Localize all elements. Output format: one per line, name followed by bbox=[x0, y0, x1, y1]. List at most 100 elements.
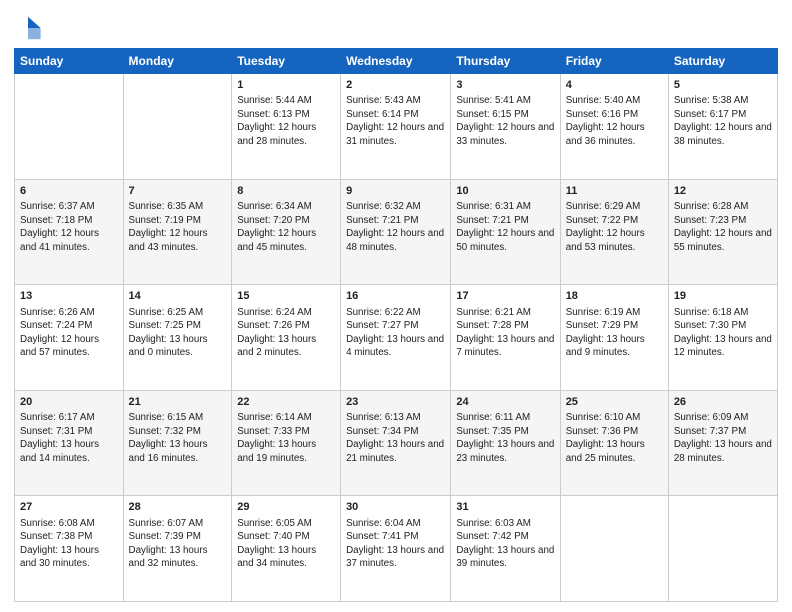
day-info: Sunrise: 6:28 AM Sunset: 7:23 PM Dayligh… bbox=[674, 200, 772, 254]
calendar-cell: 9Sunrise: 6:32 AM Sunset: 7:21 PM Daylig… bbox=[341, 179, 451, 285]
calendar-table: SundayMondayTuesdayWednesdayThursdayFrid… bbox=[14, 48, 778, 602]
calendar-cell: 22Sunrise: 6:14 AM Sunset: 7:33 PM Dayli… bbox=[232, 390, 341, 496]
day-info: Sunrise: 6:29 AM Sunset: 7:22 PM Dayligh… bbox=[566, 200, 663, 254]
day-number: 6 bbox=[20, 184, 118, 199]
calendar-cell: 27 Sunrise: 6:08 AM Sunset: 7:38 PM Dayli… bbox=[15, 496, 124, 602]
day-info: Sunrise: 6:05 AM Sunset: 7:40 PM Dayligh… bbox=[237, 517, 335, 571]
day-info: Sunrise: 6:09 AM Sunset: 7:37 PM Dayligh… bbox=[674, 411, 772, 465]
day-number: 26 bbox=[674, 395, 772, 410]
day-info: Sunrise: 6:18 AM Sunset: 7:30 PM Dayligh… bbox=[674, 306, 772, 360]
calendar-cell: 23Sunrise: 6:13 AM Sunset: 7:34 PM Dayli… bbox=[341, 390, 451, 496]
weekday-header-monday: Monday bbox=[123, 49, 232, 74]
calendar-cell: 8Sunrise: 6:34 AM Sunset: 7:20 PM Daylig… bbox=[232, 179, 341, 285]
day-number: 5 bbox=[674, 78, 772, 93]
day-info: Sunrise: 5:41 AM Sunset: 6:15 PM Dayligh… bbox=[456, 94, 554, 148]
day-number: 24 bbox=[456, 395, 554, 410]
day-number: 21 bbox=[129, 395, 227, 410]
day-number: 12 bbox=[674, 184, 772, 199]
day-info: Sunrise: 6:11 AM Sunset: 7:35 PM Dayligh… bbox=[456, 411, 554, 465]
day-number: 31 bbox=[456, 500, 554, 515]
day-number: 2 bbox=[346, 78, 445, 93]
day-info: Sunrise: 5:44 AM Sunset: 6:13 PM Dayligh… bbox=[237, 94, 335, 148]
day-number: 15 bbox=[237, 289, 335, 304]
calendar-cell: 5Sunrise: 5:38 AM Sunset: 6:17 PM Daylig… bbox=[668, 74, 777, 180]
weekday-header-thursday: Thursday bbox=[451, 49, 560, 74]
header bbox=[14, 10, 778, 42]
day-number: 4 bbox=[566, 78, 663, 93]
day-info: Sunrise: 6:37 AM Sunset: 7:18 PM Dayligh… bbox=[20, 200, 118, 254]
weekday-header-wednesday: Wednesday bbox=[341, 49, 451, 74]
day-info: Sunrise: 6:08 AM Sunset: 7:38 PM Dayligh… bbox=[20, 517, 118, 571]
day-info: Sunrise: 6:25 AM Sunset: 7:25 PM Dayligh… bbox=[129, 306, 227, 360]
day-number: 25 bbox=[566, 395, 663, 410]
calendar-cell: 10Sunrise: 6:31 AM Sunset: 7:21 PM Dayli… bbox=[451, 179, 560, 285]
calendar-cell: 30 Sunrise: 6:04 AM Sunset: 7:41 PM Dayli… bbox=[341, 496, 451, 602]
calendar-cell: 21Sunrise: 6:15 AM Sunset: 7:32 PM Dayli… bbox=[123, 390, 232, 496]
calendar-cell: 26Sunrise: 6:09 AM Sunset: 7:37 PM Dayli… bbox=[668, 390, 777, 496]
day-info: Sunrise: 6:34 AM Sunset: 7:20 PM Dayligh… bbox=[237, 200, 335, 254]
calendar-cell bbox=[560, 496, 668, 602]
calendar-week-4: 27 Sunrise: 6:08 AM Sunset: 7:38 PM Dayli… bbox=[15, 496, 778, 602]
day-info: Sunrise: 6:31 AM Sunset: 7:21 PM Dayligh… bbox=[456, 200, 554, 254]
day-number: 16 bbox=[346, 289, 445, 304]
day-number: 30 bbox=[346, 500, 445, 515]
weekday-header-friday: Friday bbox=[560, 49, 668, 74]
day-number: 1 bbox=[237, 78, 335, 93]
calendar-cell bbox=[668, 496, 777, 602]
calendar-cell: 25Sunrise: 6:10 AM Sunset: 7:36 PM Dayli… bbox=[560, 390, 668, 496]
calendar-cell: 2Sunrise: 5:43 AM Sunset: 6:14 PM Daylig… bbox=[341, 74, 451, 180]
day-number: 20 bbox=[20, 395, 118, 410]
day-number: 29 bbox=[237, 500, 335, 515]
day-info: Sunrise: 6:24 AM Sunset: 7:26 PM Dayligh… bbox=[237, 306, 335, 360]
calendar-week-2: 13 Sunrise: 6:26 AM Sunset: 7:24 PM Dayli… bbox=[15, 285, 778, 391]
logo bbox=[14, 14, 46, 42]
calendar-cell: 12Sunrise: 6:28 AM Sunset: 7:23 PM Dayli… bbox=[668, 179, 777, 285]
calendar-cell: 16 Sunrise: 6:22 AM Sunset: 7:27 PM Dayli… bbox=[341, 285, 451, 391]
calendar-cell: 20Sunrise: 6:17 AM Sunset: 7:31 PM Dayli… bbox=[15, 390, 124, 496]
weekday-header-tuesday: Tuesday bbox=[232, 49, 341, 74]
day-info: Sunrise: 6:19 AM Sunset: 7:29 PM Dayligh… bbox=[566, 306, 663, 360]
page: SundayMondayTuesdayWednesdayThursdayFrid… bbox=[0, 0, 792, 612]
calendar-cell: 15 Sunrise: 6:24 AM Sunset: 7:26 PM Dayli… bbox=[232, 285, 341, 391]
day-number: 11 bbox=[566, 184, 663, 199]
calendar-cell: 17Sunrise: 6:21 AM Sunset: 7:28 PM Dayli… bbox=[451, 285, 560, 391]
day-info: Sunrise: 6:26 AM Sunset: 7:24 PM Dayligh… bbox=[20, 306, 118, 360]
calendar-week-3: 20Sunrise: 6:17 AM Sunset: 7:31 PM Dayli… bbox=[15, 390, 778, 496]
day-info: Sunrise: 5:40 AM Sunset: 6:16 PM Dayligh… bbox=[566, 94, 663, 148]
calendar-cell: 11Sunrise: 6:29 AM Sunset: 7:22 PM Dayli… bbox=[560, 179, 668, 285]
day-number: 13 bbox=[20, 289, 118, 304]
day-info: Sunrise: 6:13 AM Sunset: 7:34 PM Dayligh… bbox=[346, 411, 445, 465]
day-info: Sunrise: 5:43 AM Sunset: 6:14 PM Dayligh… bbox=[346, 94, 445, 148]
day-number: 7 bbox=[129, 184, 227, 199]
day-info: Sunrise: 6:22 AM Sunset: 7:27 PM Dayligh… bbox=[346, 306, 445, 360]
day-number: 19 bbox=[674, 289, 772, 304]
day-info: Sunrise: 6:17 AM Sunset: 7:31 PM Dayligh… bbox=[20, 411, 118, 465]
calendar-cell: 14Sunrise: 6:25 AM Sunset: 7:25 PM Dayli… bbox=[123, 285, 232, 391]
calendar-cell bbox=[123, 74, 232, 180]
day-number: 27 bbox=[20, 500, 118, 515]
day-number: 9 bbox=[346, 184, 445, 199]
day-info: Sunrise: 6:04 AM Sunset: 7:41 PM Dayligh… bbox=[346, 517, 445, 571]
calendar-week-0: 1Sunrise: 5:44 AM Sunset: 6:13 PM Daylig… bbox=[15, 74, 778, 180]
day-info: Sunrise: 6:15 AM Sunset: 7:32 PM Dayligh… bbox=[129, 411, 227, 465]
calendar-cell: 3Sunrise: 5:41 AM Sunset: 6:15 PM Daylig… bbox=[451, 74, 560, 180]
day-number: 3 bbox=[456, 78, 554, 93]
logo-icon bbox=[14, 14, 42, 42]
day-number: 10 bbox=[456, 184, 554, 199]
calendar-cell: 28Sunrise: 6:07 AM Sunset: 7:39 PM Dayli… bbox=[123, 496, 232, 602]
day-number: 18 bbox=[566, 289, 663, 304]
day-number: 23 bbox=[346, 395, 445, 410]
day-info: Sunrise: 6:32 AM Sunset: 7:21 PM Dayligh… bbox=[346, 200, 445, 254]
weekday-header-row: SundayMondayTuesdayWednesdayThursdayFrid… bbox=[15, 49, 778, 74]
calendar-cell: 29 Sunrise: 6:05 AM Sunset: 7:40 PM Dayli… bbox=[232, 496, 341, 602]
calendar-cell: 24Sunrise: 6:11 AM Sunset: 7:35 PM Dayli… bbox=[451, 390, 560, 496]
day-info: Sunrise: 6:10 AM Sunset: 7:36 PM Dayligh… bbox=[566, 411, 663, 465]
calendar-cell: 1Sunrise: 5:44 AM Sunset: 6:13 PM Daylig… bbox=[232, 74, 341, 180]
day-number: 17 bbox=[456, 289, 554, 304]
day-info: Sunrise: 6:14 AM Sunset: 7:33 PM Dayligh… bbox=[237, 411, 335, 465]
calendar-cell bbox=[15, 74, 124, 180]
calendar-week-1: 6Sunrise: 6:37 AM Sunset: 7:18 PM Daylig… bbox=[15, 179, 778, 285]
calendar-cell: 7Sunrise: 6:35 AM Sunset: 7:19 PM Daylig… bbox=[123, 179, 232, 285]
calendar-cell: 19 Sunrise: 6:18 AM Sunset: 7:30 PM Dayli… bbox=[668, 285, 777, 391]
day-number: 8 bbox=[237, 184, 335, 199]
